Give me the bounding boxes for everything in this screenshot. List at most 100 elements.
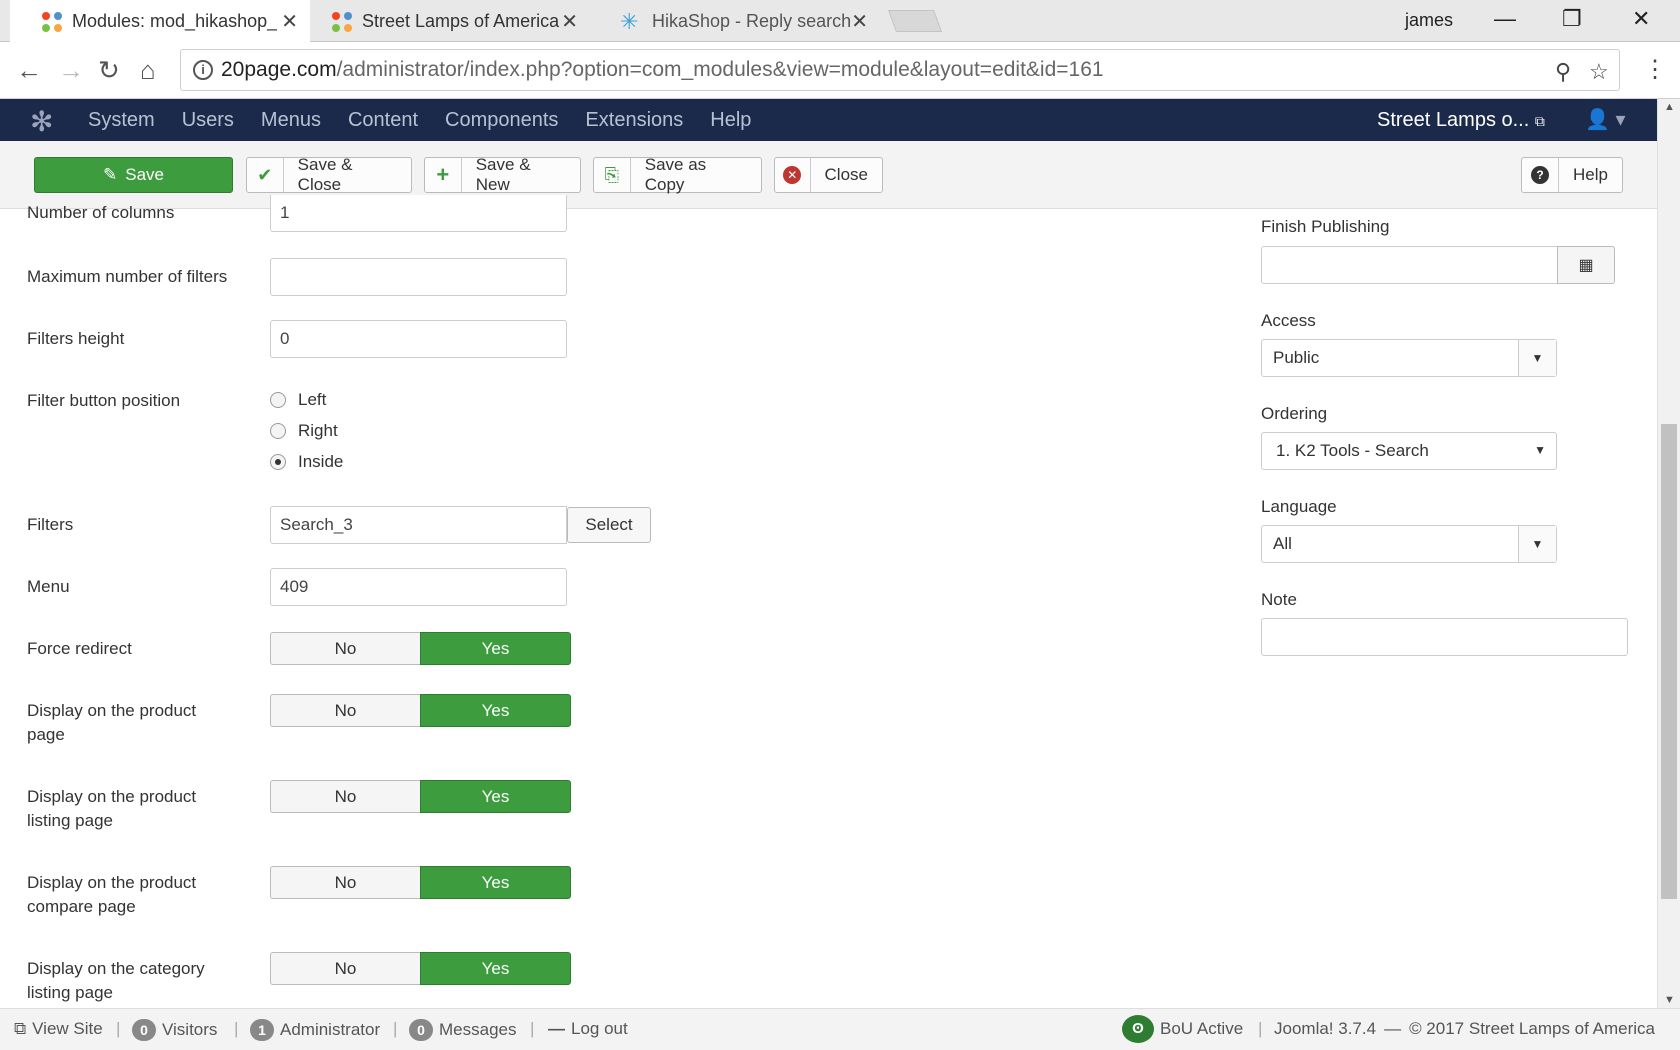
back-icon[interactable]: ← <box>16 55 42 86</box>
browser-tab-modules[interactable]: Modules: mod_hikashop_ ✕ <box>10 0 310 43</box>
url-path: /administrator/index.php?option=com_modu… <box>336 58 1104 81</box>
access-label: Access <box>1261 311 1316 330</box>
divider: | <box>1258 1019 1263 1038</box>
calendar-icon[interactable]: ▦ <box>1557 246 1615 284</box>
visitors-label: Visitors <box>162 1020 218 1039</box>
note-input[interactable] <box>1261 618 1628 656</box>
forward-icon[interactable]: → <box>58 55 84 86</box>
scroll-up-icon[interactable]: ▲ <box>1664 101 1675 113</box>
menu-input[interactable]: 409 <box>270 568 567 606</box>
chevron-down-icon[interactable]: ▼ <box>1518 340 1556 376</box>
display-product-compare-yes[interactable]: Yes <box>420 866 571 899</box>
menu-components[interactable]: Components <box>445 99 558 141</box>
force-redirect-yes[interactable]: Yes <box>420 632 571 665</box>
info-icon[interactable]: i <box>193 60 213 80</box>
zoom-icon[interactable]: ⚲ <box>1555 59 1571 85</box>
force-redirect-toggle[interactable]: No Yes <box>270 632 571 665</box>
display-product-page-toggle[interactable]: No Yes <box>270 694 571 727</box>
menu-help[interactable]: Help <box>710 99 751 141</box>
radio-right[interactable]: Right <box>270 421 338 441</box>
home-icon[interactable]: ⌂ <box>140 55 156 86</box>
save-button[interactable]: ✎ Save <box>34 157 233 193</box>
url-field[interactable]: i 20page.com/administrator/index.php?opt… <box>180 49 1620 91</box>
menu-users[interactable]: Users <box>182 99 234 141</box>
window-close-icon[interactable]: ✕ <box>1632 6 1650 32</box>
note-label: Note <box>1261 590 1297 609</box>
browser-tab-hikashop[interactable]: ✳ HikaShop - Reply search ✕ <box>590 0 880 42</box>
scroll-down-icon[interactable]: ▼ <box>1664 994 1675 1006</box>
max-filters-input[interactable] <box>270 258 567 296</box>
ordering-select[interactable]: 1. K2 Tools - Search ▼ <box>1261 432 1557 470</box>
menu-extensions[interactable]: Extensions <box>585 99 683 141</box>
page-scrollbar[interactable]: ▲ ▼ <box>1657 99 1680 1008</box>
max-filters-label: Maximum number of filters <box>27 267 228 286</box>
display-product-compare-toggle[interactable]: No Yes <box>270 866 571 899</box>
menu-system[interactable]: System <box>88 99 155 141</box>
menu-content[interactable]: Content <box>348 99 418 141</box>
restore-icon[interactable]: ❐ <box>1562 6 1582 32</box>
save-new-button[interactable]: + Save & New <box>424 155 581 194</box>
minimize-icon[interactable]: — <box>1494 6 1516 32</box>
site-link[interactable]: Street Lamps o... ⧉ <box>1377 99 1545 142</box>
admin-label: Administrator <box>280 1020 381 1039</box>
bookmark-star-icon[interactable]: ☆ <box>1589 59 1609 85</box>
display-category-listing-no[interactable]: No <box>270 952 420 985</box>
scrollbar-thumb[interactable] <box>1661 424 1677 899</box>
close-tab-icon[interactable]: ✕ <box>561 9 578 34</box>
visitors-status[interactable]: 0 Visitors <box>132 1019 217 1041</box>
menu-menus[interactable]: Menus <box>261 99 321 141</box>
radio-left-dot[interactable] <box>270 392 286 408</box>
filters-select-button[interactable]: Select <box>567 507 651 543</box>
view-site-link[interactable]: ⧉ View Site <box>14 1019 103 1039</box>
copyright-text: © 2017 Street Lamps of America <box>1409 1019 1655 1038</box>
display-product-compare-no[interactable]: No <box>270 866 420 899</box>
menu-label: Menu <box>27 577 70 596</box>
display-product-listing-yes[interactable]: Yes <box>420 780 571 813</box>
number-of-columns-input[interactable]: 1 <box>270 195 567 232</box>
display-product-listing-toggle[interactable]: No Yes <box>270 780 571 813</box>
admin-menu: System Users Menus Content Components Ex… <box>88 99 778 141</box>
filters-height-input[interactable]: 0 <box>270 320 567 358</box>
chevron-down-icon[interactable]: ▼ <box>1534 443 1546 457</box>
browser-tab-street-lamps[interactable]: Street Lamps of America ✕ <box>300 0 590 42</box>
logout-label: Log out <box>571 1019 628 1038</box>
access-select[interactable]: Public ▼ <box>1261 339 1557 377</box>
close-button[interactable]: ✕ Close <box>774 157 883 193</box>
reload-icon[interactable]: ↻ <box>98 55 120 86</box>
display-category-listing-toggle[interactable]: No Yes <box>270 952 571 985</box>
close-tab-icon[interactable]: ✕ <box>851 9 868 34</box>
display-product-listing-no[interactable]: No <box>270 780 420 813</box>
save-copy-button[interactable]: ⎘ Save as Copy <box>593 155 762 194</box>
user-menu-icon[interactable]: 👤 ▾ <box>1585 107 1626 132</box>
language-select[interactable]: All ▼ <box>1261 525 1557 563</box>
finish-publishing-label: Finish Publishing <box>1261 217 1390 236</box>
radio-right-dot[interactable] <box>270 423 286 439</box>
radio-left[interactable]: Left <box>270 390 326 410</box>
filters-input[interactable]: Search_3 <box>270 506 567 544</box>
new-tab-button[interactable] <box>887 10 943 32</box>
help-button[interactable]: ? Help <box>1521 157 1623 193</box>
messages-status[interactable]: 0 Messages <box>409 1019 516 1041</box>
radio-inside-dot[interactable] <box>270 454 286 470</box>
bou-status[interactable]: ʘ BoU Active <box>1122 1015 1243 1043</box>
radio-inside[interactable]: Inside <box>270 452 343 472</box>
chevron-down-icon[interactable]: ▼ <box>1518 526 1556 562</box>
display-product-page-no[interactable]: No <box>270 694 420 727</box>
force-redirect-label: Force redirect <box>27 639 132 658</box>
tab-label: Modules: mod_hikashop_ <box>72 11 278 31</box>
admin-status[interactable]: 1 Administrator <box>250 1019 380 1041</box>
divider: | <box>116 1019 121 1038</box>
admin-count: 1 <box>250 1019 274 1041</box>
force-redirect-no[interactable]: No <box>270 632 420 665</box>
help-label: Help <box>1573 165 1608 184</box>
display-category-listing-label: Display on the category listing page <box>27 959 205 1002</box>
browser-menu-icon[interactable]: ⋮ <box>1643 55 1667 84</box>
finish-publishing-input[interactable] <box>1261 246 1558 284</box>
display-category-listing-yes[interactable]: Yes <box>420 952 571 985</box>
save-close-button[interactable]: ✔ Save & Close <box>246 155 412 194</box>
close-tab-icon[interactable]: ✕ <box>281 9 298 34</box>
joomla-logo-icon[interactable]: ✻ <box>30 105 53 138</box>
display-product-page-yes[interactable]: Yes <box>420 694 571 727</box>
logout-link[interactable]: — Log out <box>548 1019 628 1039</box>
profile-name[interactable]: james <box>1405 10 1453 31</box>
